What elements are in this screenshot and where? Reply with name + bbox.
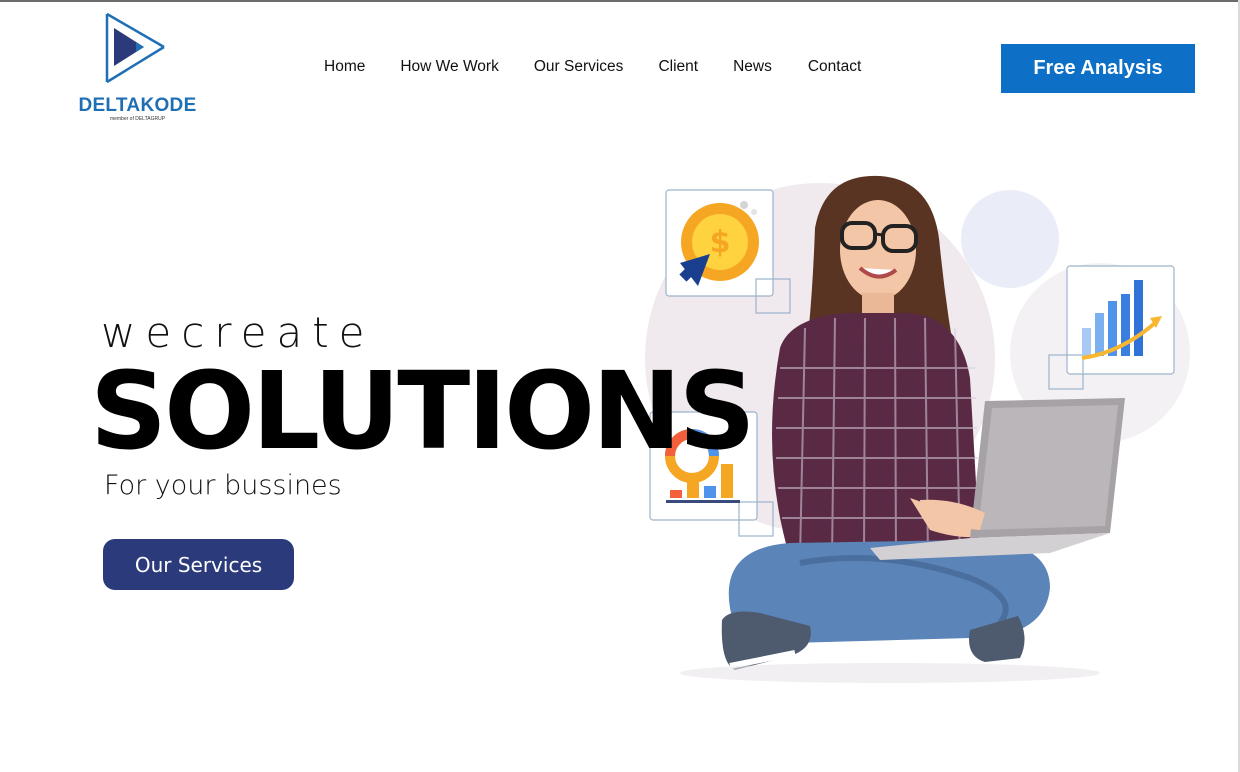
free-analysis-button[interactable]: Free Analysis [1001,44,1195,93]
hero-subheadline: For your bussines [104,470,342,501]
our-services-button[interactable]: Our Services [103,539,294,590]
nav-our-services[interactable]: Our Services [534,58,624,76]
hero-headline: SOLUTIONS [90,350,756,474]
brand-tagline: member of DELTAGRUP [109,116,166,122]
nav-news[interactable]: News [733,58,772,76]
svg-text:$: $ [710,225,731,260]
play-triangle-logo-icon [105,12,165,84]
brand-logo[interactable]: DELTAKODE member of DELTAGRUP [70,12,205,124]
nav-contact[interactable]: Contact [808,58,861,76]
brand-name: DELTAKODE [78,95,197,116]
nav-home[interactable]: Home [324,58,365,76]
main-nav: Home How We Work Our Services Client New… [324,58,861,76]
nav-client[interactable]: Client [658,58,698,76]
nav-how-we-work[interactable]: How We Work [400,58,498,76]
top-border [0,0,1240,2]
